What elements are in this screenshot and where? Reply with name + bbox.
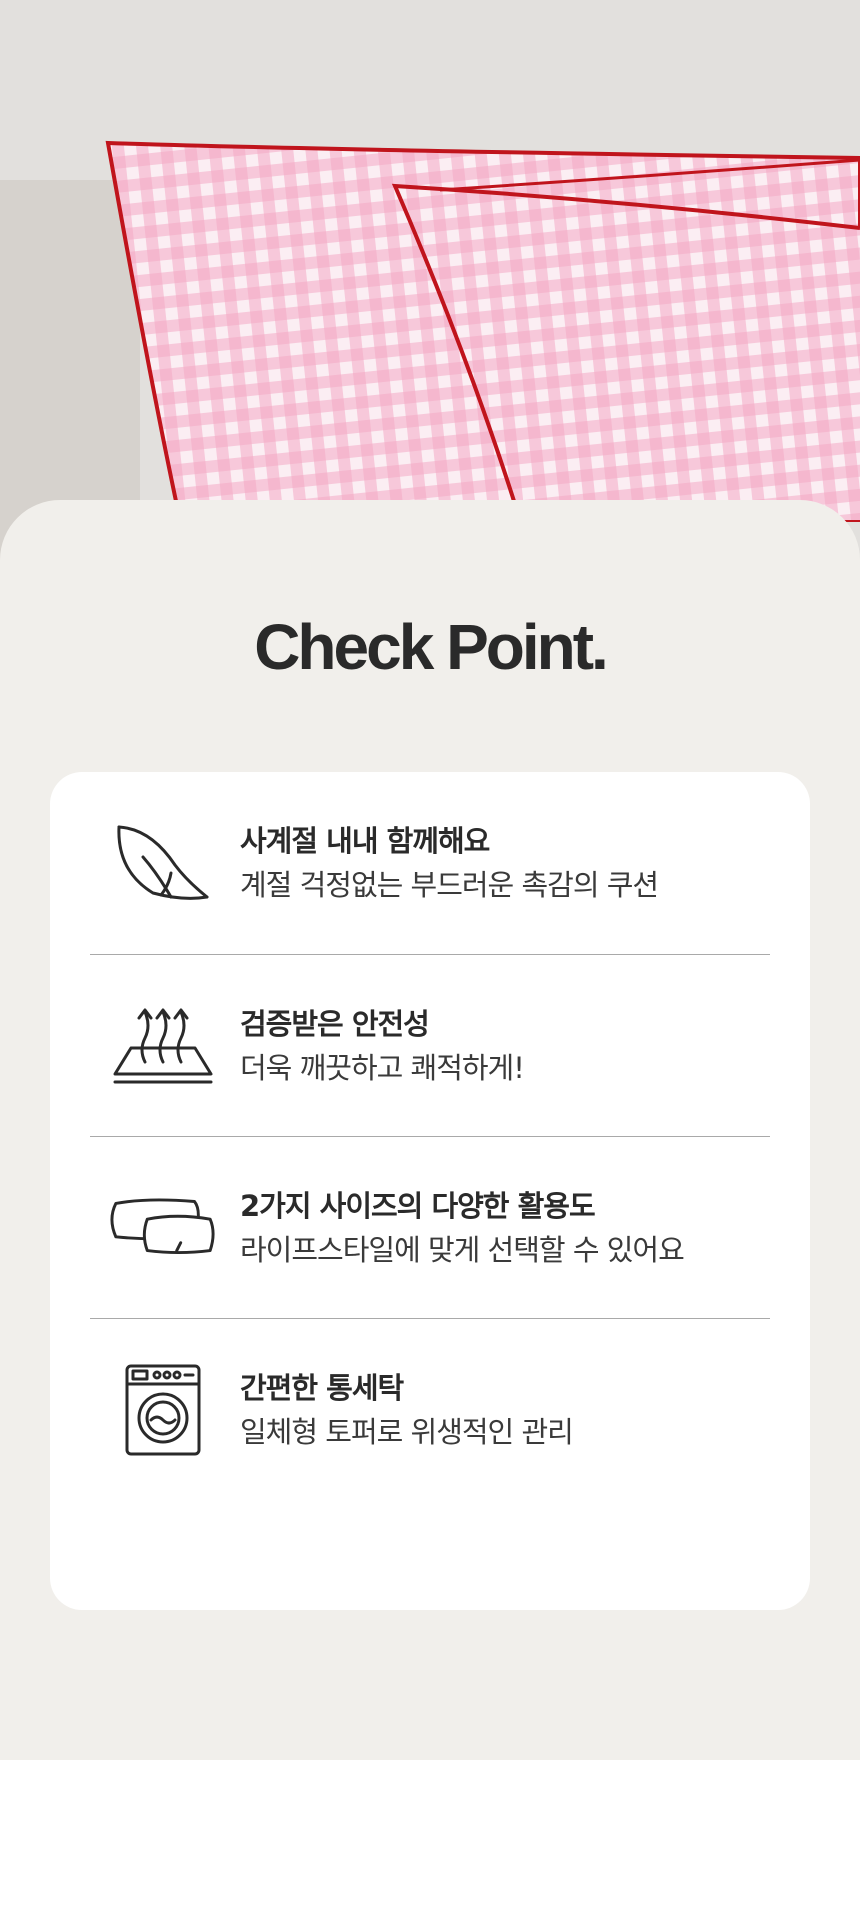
feature-description: 일체형 토퍼로 위생적인 관리 <box>240 1415 574 1449</box>
section-title: Check Point. <box>254 611 609 683</box>
cushions-icon <box>108 1178 218 1278</box>
feature-description: 라이프스타일에 맞게 선택할 수 있어요 <box>240 1233 685 1267</box>
feature-title: 사계절 내내 함께해요 <box>240 824 490 858</box>
feature-description: 계절 걱정없는 부드러운 촉감의 쿠션 <box>240 868 659 902</box>
breathable-layer-icon <box>108 996 218 1096</box>
washing-machine-icon <box>108 1360 218 1460</box>
hero-image <box>0 0 860 560</box>
feature-item-washing: 간편한 통세탁 일체형 토퍼로 위생적인 관리 <box>90 1318 770 1501</box>
feature-card: 사계절 내내 함께해요 계절 걱정없는 부드러운 촉감의 쿠션 검증받은 안전성… <box>50 772 810 1610</box>
feature-description: 더욱 깨끗하고 쾌적하게! <box>240 1051 525 1085</box>
feather-icon <box>108 813 218 913</box>
feature-title: 2가지 사이즈의 다양한 활용도 <box>240 1189 596 1223</box>
check-point-panel: Check Point. 사계절 내내 함께해요 계절 걱정없는 부드러운 촉감… <box>0 500 860 1760</box>
feature-title: 간편한 통세탁 <box>240 1371 404 1405</box>
feature-item-all-season: 사계절 내내 함께해요 계절 걱정없는 부드러운 촉감의 쿠션 <box>90 772 770 954</box>
feature-title: 검증받은 안전성 <box>240 1007 430 1041</box>
feature-item-safety: 검증받은 안전성 더욱 깨끗하고 쾌적하게! <box>90 954 770 1137</box>
feature-item-sizes: 2가지 사이즈의 다양한 활용도 라이프스타일에 맞게 선택할 수 있어요 <box>90 1136 770 1319</box>
